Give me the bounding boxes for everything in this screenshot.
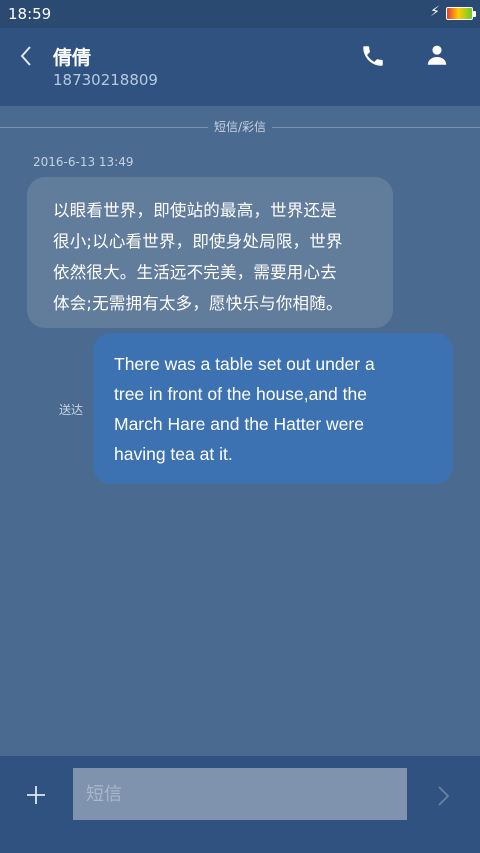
delivery-status: 送达 <box>59 403 84 417</box>
message-input[interactable] <box>73 768 407 820</box>
contact-name: 倩倩 <box>53 47 92 69</box>
message-timestamp: 2016-6-13 13:49 <box>33 155 134 169</box>
call-button[interactable] <box>360 43 386 69</box>
incoming-message-bubble[interactable]: 以眼看世界，即使站的最高，世界还是 很小;以心看世界，即使身处局限，世界 依然很… <box>27 177 393 328</box>
person-icon <box>427 45 447 65</box>
contact-number: 18730218809 <box>53 71 158 89</box>
message-line: March Hare and the Hatter were <box>114 414 364 434</box>
conversation-header: 倩倩 18730218809 <box>0 28 480 106</box>
message-line: having tea at it. <box>114 444 233 464</box>
status-time: 18:59 <box>8 5 52 23</box>
divider-label: 短信/彩信 <box>207 120 273 134</box>
message-line: There was a table set out under a <box>114 354 375 374</box>
message-line: 依然很大。生活远不完美，需要用心去 <box>53 263 337 282</box>
message-line: 以眼看世界，即使站的最高，世界还是 <box>53 201 337 220</box>
chevron-left-icon <box>20 46 31 66</box>
battery-icon <box>446 7 476 20</box>
phone-icon <box>363 46 383 66</box>
plus-icon <box>27 786 45 804</box>
back-button[interactable] <box>14 42 40 70</box>
outgoing-message-bubble[interactable]: There was a table set out under a tree i… <box>93 333 453 484</box>
contact-info-button[interactable] <box>424 42 450 68</box>
message-type-divider: 短信/彩信 <box>0 118 480 136</box>
message-line: 体会;无需拥有太多，愿快乐与你相随。 <box>53 294 343 313</box>
lightning-bolt-icon: ⚡ <box>430 4 440 20</box>
message-line: tree in front of the house,and the <box>114 384 367 404</box>
status-bar: 18:59 ⚡ <box>0 0 480 28</box>
chevron-right-icon <box>438 786 450 806</box>
composer-bar <box>0 756 480 853</box>
message-line: 很小;以心看世界，即使身处局限，世界 <box>53 232 343 251</box>
send-button[interactable] <box>434 783 454 809</box>
add-attachment-button[interactable] <box>25 784 47 806</box>
